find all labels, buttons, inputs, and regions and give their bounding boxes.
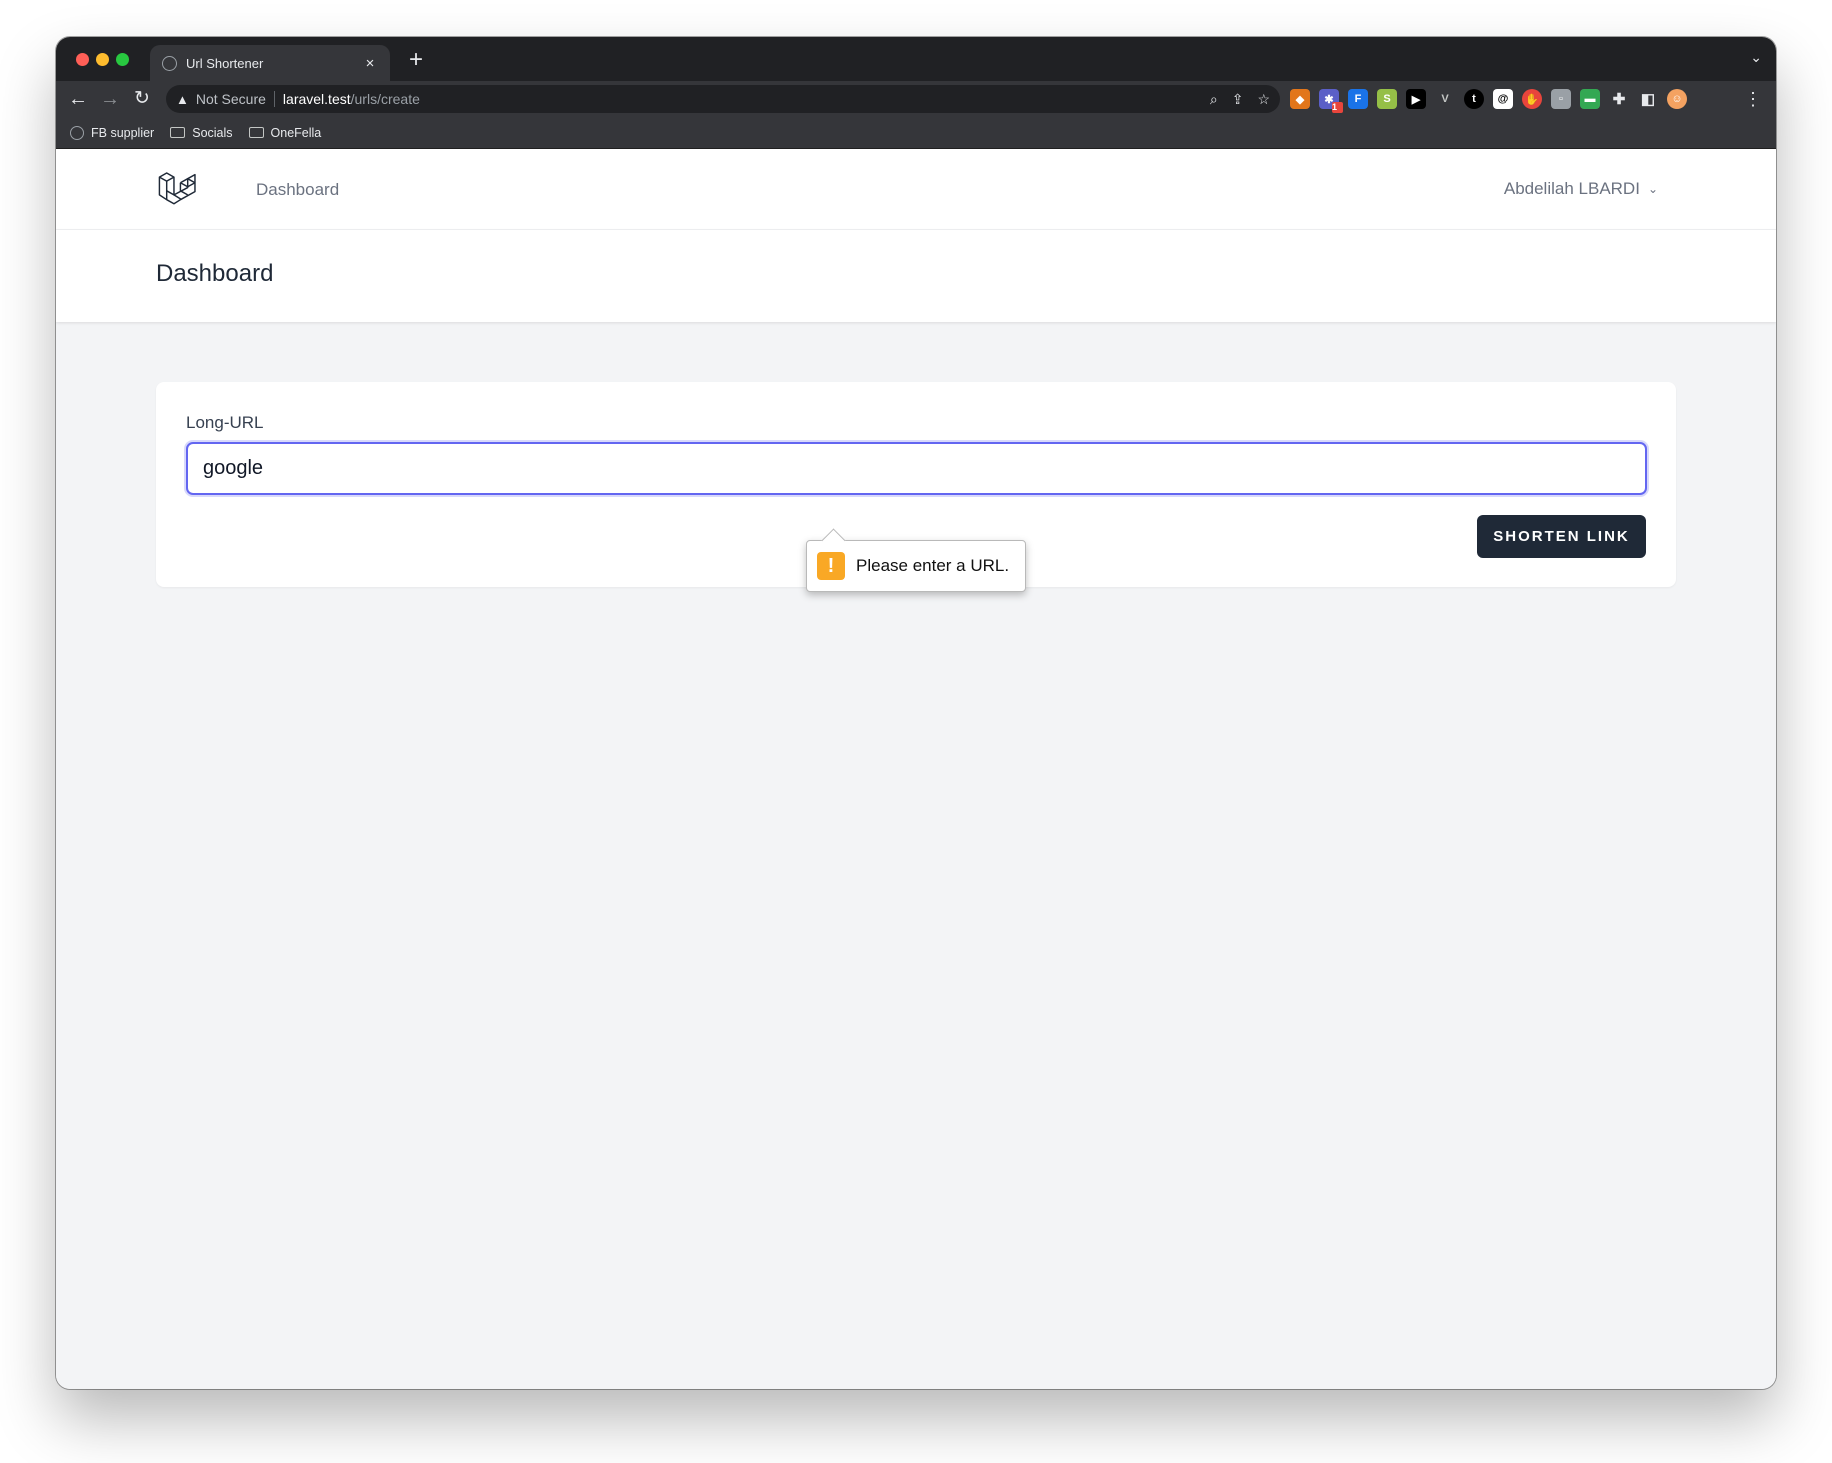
tab-title: Url Shortener	[186, 55, 264, 71]
bookmark-label: Socials	[192, 125, 233, 140]
address-host: laravel.test	[282, 91, 351, 107]
laravel-logo-icon[interactable]	[157, 169, 199, 211]
new-tab-button[interactable]: +	[401, 45, 431, 75]
vue-extension-icon[interactable]: V	[1435, 89, 1455, 109]
maximize-window-button[interactable]	[116, 53, 129, 66]
address-divider	[273, 91, 275, 107]
app-navbar: Dashboard Abdelilah LBARDI ⌄	[56, 149, 1776, 230]
page-header: Dashboard	[56, 230, 1776, 322]
long-url-label: Long-URL	[186, 413, 264, 432]
profile-avatar[interactable]: ☺	[1667, 89, 1687, 109]
side-panel-icon[interactable]: ◧	[1638, 89, 1658, 109]
folder-icon	[170, 127, 186, 138]
metamask-extension-icon[interactable]: ◆	[1290, 89, 1310, 109]
kebab-menu-icon[interactable]: ⋮	[1744, 89, 1762, 109]
shopify-extension-icon[interactable]: S	[1377, 89, 1397, 109]
warning-icon: !	[817, 552, 845, 580]
back-arrow-icon[interactable]: ←	[64, 85, 92, 113]
twitter-extension-icon[interactable]: t	[1464, 89, 1484, 109]
minimize-window-button[interactable]	[96, 53, 109, 66]
folder-icon	[248, 127, 264, 138]
user-name: Abdelilah LBARDI	[1503, 179, 1640, 198]
tab-url-shortener[interactable]: Url Shortener ×	[150, 45, 390, 81]
long-url-input[interactable]	[186, 442, 1647, 495]
address-bar[interactable]: ▲ Not Secure laravel.test/urls/create ⌕ …	[166, 85, 1280, 113]
puzzle-icon[interactable]: ✚	[1609, 89, 1629, 109]
bookmark-socials[interactable]: Socials	[170, 125, 233, 140]
reload-icon[interactable]: ↻	[128, 85, 156, 113]
settings-extension-icon[interactable]: ✱ 1	[1319, 89, 1343, 113]
globe-icon	[162, 55, 177, 71]
bookmark-label: OneFella	[270, 125, 322, 140]
bookmark-onefella[interactable]: OneFella	[248, 125, 322, 140]
validation-message: Please enter a URL.	[856, 556, 1010, 575]
address-path: /urls/create	[350, 91, 420, 107]
user-menu-dropdown[interactable]: Abdelilah LBARDI ⌄	[1504, 179, 1658, 199]
extensions-area: ◆ ✱ 1 F S ▶ V t @ ✋ ▫ ▬ ✚ ◧ ☺	[1290, 89, 1687, 113]
star-icon[interactable]: ☆	[1257, 91, 1270, 108]
adblock-extension-icon[interactable]: ✋	[1522, 89, 1542, 109]
nav-link-dashboard[interactable]: Dashboard	[256, 180, 339, 200]
chevron-down-icon: ⌄	[1647, 182, 1658, 196]
forward-arrow-icon[interactable]: →	[96, 85, 124, 113]
zoom-icon[interactable]: ⌕	[1210, 91, 1218, 108]
green-extension-icon[interactable]: ▬	[1580, 89, 1600, 109]
close-window-button[interactable]	[76, 53, 89, 66]
page-content: Dashboard Abdelilah LBARDI ⌄ Dashboard L…	[56, 149, 1776, 1389]
extension-badge: 1	[1332, 102, 1343, 113]
share-icon[interactable]: ⇪	[1232, 91, 1244, 108]
warning-triangle-icon: ▲	[176, 91, 189, 107]
browser-toolbar: ← → ↻ ▲ Not Secure laravel.test/urls/cre…	[56, 81, 1776, 117]
grey-extension-icon[interactable]: ▫	[1551, 89, 1571, 109]
validation-tooltip: ! Please enter a URL.	[806, 540, 1026, 592]
globe-icon	[70, 125, 84, 140]
shorten-link-button[interactable]: SHORTEN LINK	[1477, 515, 1646, 558]
security-label: Not Secure	[195, 91, 266, 107]
bookmark-label: FB supplier	[91, 125, 155, 140]
tab-strip: Url Shortener × + ⌄	[56, 37, 1776, 81]
email-extension-icon[interactable]: @	[1493, 89, 1513, 109]
fb-extension-icon[interactable]: F	[1348, 89, 1368, 109]
browser-window: Url Shortener × + ⌄ ← → ↻ ▲ Not Secure l…	[56, 37, 1776, 1389]
bookmark-fb-supplier[interactable]: FB supplier	[70, 125, 155, 140]
close-tab-icon[interactable]: ×	[362, 55, 378, 72]
play-extension-icon[interactable]: ▶	[1406, 89, 1426, 109]
page-title: Dashboard	[156, 260, 274, 287]
tab-search-icon[interactable]: ⌄	[1750, 49, 1762, 66]
bookmarks-bar: FB supplier Socials OneFella	[56, 117, 1776, 149]
